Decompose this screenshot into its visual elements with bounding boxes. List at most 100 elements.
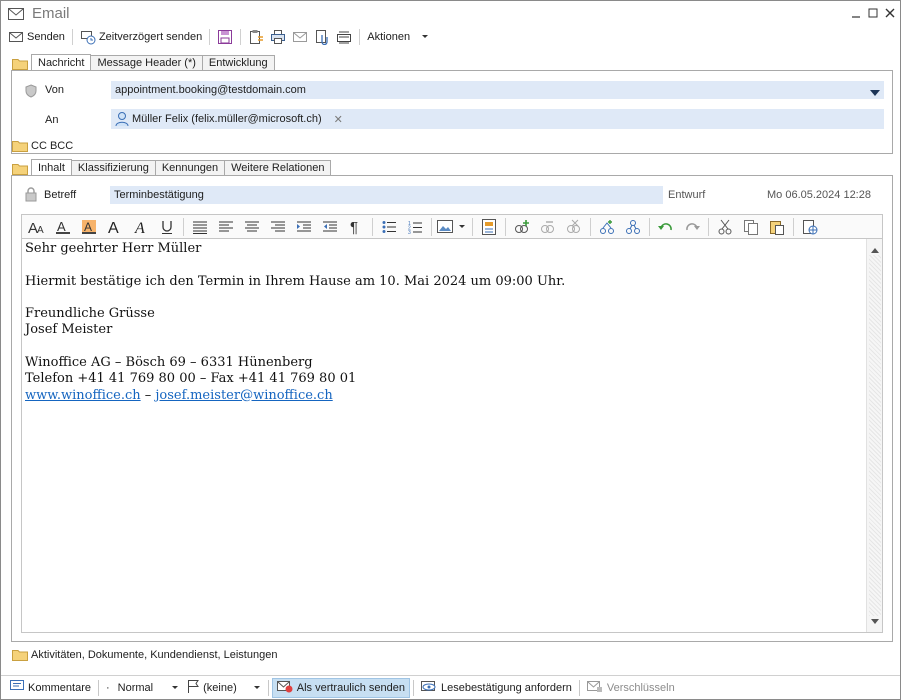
subject-label: Betreff: [44, 189, 77, 201]
body-phone: Telefon +41 41 769 80 00 – Fax +41 41 76…: [25, 371, 357, 387]
link-remove-icon: [567, 219, 580, 233]
bold-button[interactable]: A: [102, 216, 128, 238]
body-links: www.winoffice.ch – josef.meister@winoffi…: [25, 388, 565, 404]
svg-text:A: A: [84, 220, 92, 234]
anchor-add-icon: [600, 219, 614, 234]
image-icon: [437, 219, 465, 233]
folder-icon: [12, 164, 28, 175]
link-separator: –: [140, 387, 156, 403]
bold-icon: A: [108, 220, 119, 235]
tab-klassifizierung[interactable]: Klassifizierung: [70, 160, 156, 175]
underline-button[interactable]: [154, 216, 180, 238]
related-items-group[interactable]: Aktivitäten, Dokumente, Kundendienst, Le…: [12, 649, 277, 661]
anchor-button[interactable]: [620, 216, 646, 238]
remove-link-button[interactable]: [561, 216, 587, 238]
font-color-button[interactable]: A: [50, 216, 76, 238]
cc-bcc-group[interactable]: CC BCC: [12, 140, 76, 152]
tab-weitere-relationen[interactable]: Weitere Relationen: [224, 160, 332, 175]
align-right-button[interactable]: [265, 216, 291, 238]
remove-recipient-icon[interactable]: ✕: [334, 113, 343, 126]
email-window: Email Senden Zeitverzögert senden Aktion…: [0, 0, 901, 700]
paragraph-button[interactable]: ¶: [343, 216, 369, 238]
toolbar-divider: [183, 217, 184, 236]
font-size-button[interactable]: AA: [24, 216, 50, 238]
body-company: Winoffice AG – Bösch 69 – 6331 Hünenberg: [25, 355, 313, 371]
cut-button[interactable]: [712, 216, 738, 238]
email-link[interactable]: josef.meister@winoffice.ch: [155, 388, 332, 403]
from-select[interactable]: appointment.booking@testdomain.com: [111, 81, 884, 99]
send-confidential-toggle[interactable]: Als vertraulich senden: [271, 677, 410, 698]
delayed-send-button[interactable]: Zeitverzögert senden: [77, 27, 205, 47]
justify-button[interactable]: [187, 216, 213, 238]
copy-button[interactable]: [738, 216, 764, 238]
italic-button[interactable]: A: [128, 216, 154, 238]
outdent-button[interactable]: [317, 216, 343, 238]
paste-format-button[interactable]: [245, 27, 267, 47]
align-justify-icon: [193, 221, 207, 234]
send-button[interactable]: Senden: [5, 27, 68, 47]
vertical-scrollbar[interactable]: [866, 239, 882, 632]
chevron-down-icon: [253, 682, 261, 694]
maximize-button[interactable]: [866, 6, 880, 20]
attach-button[interactable]: [311, 27, 333, 47]
scrollbar-track[interactable]: [869, 255, 881, 616]
numbered-list-button[interactable]: 123: [402, 216, 428, 238]
align-center-button[interactable]: [239, 216, 265, 238]
comments-button[interactable]: Kommentare: [6, 678, 95, 698]
save-button[interactable]: [214, 27, 236, 47]
encrypt-label: Verschlüsseln: [606, 681, 675, 694]
close-button[interactable]: [883, 6, 897, 20]
encrypt-toggle[interactable]: Verschlüsseln: [583, 678, 679, 698]
add-link-button[interactable]: [509, 216, 535, 238]
website-link[interactable]: www.winoffice.ch: [25, 388, 141, 403]
web-view-button[interactable]: [797, 216, 823, 238]
tab-nachricht[interactable]: Nachricht: [31, 54, 92, 70]
priority-select[interactable]: · Normal: [102, 678, 183, 698]
recipient-chip: Müller Felix (felix.müller@microsoft.ch): [132, 113, 322, 125]
outdent-icon: [323, 221, 337, 231]
title-bar: Email: [1, 1, 900, 27]
undo-button[interactable]: [653, 216, 679, 238]
edit-link-button[interactable]: [535, 216, 561, 238]
window-title: Email: [32, 5, 70, 22]
svg-text:¶: ¶: [350, 219, 358, 235]
printer-icon: [270, 29, 286, 45]
tab-label: Message Header (*): [97, 57, 196, 69]
bullet-list-button[interactable]: [376, 216, 402, 238]
indent-icon: [297, 221, 311, 231]
highlight-button[interactable]: A: [76, 216, 102, 238]
cc-bcc-label: CC BCC: [31, 140, 74, 152]
align-right-icon: [271, 221, 285, 231]
read-receipt-toggle[interactable]: Lesebestätigung anfordern: [417, 678, 576, 698]
tab-kennungen[interactable]: Kennungen: [154, 160, 226, 175]
actions-menu[interactable]: Aktionen: [364, 27, 432, 47]
statusbar-divider: [97, 679, 99, 696]
align-left-button[interactable]: [213, 216, 239, 238]
attachment-icon: [314, 29, 330, 46]
print-button[interactable]: [267, 27, 289, 47]
comment-icon: [10, 680, 24, 695]
tab-message-header[interactable]: Message Header (*): [90, 55, 203, 70]
subject-input[interactable]: Terminbestätigung: [110, 186, 663, 204]
statusbar-divider: [267, 679, 269, 696]
insert-field-button[interactable]: [476, 216, 502, 238]
scan-button[interactable]: [333, 27, 355, 47]
insert-image-button[interactable]: [435, 216, 469, 238]
folder-icon: [12, 141, 28, 152]
forward-button[interactable]: [289, 27, 311, 47]
to-field[interactable]: Müller Felix (felix.müller@microsoft.ch)…: [111, 109, 884, 129]
scroll-down-icon[interactable]: [871, 615, 879, 627]
scissors-icon: [718, 219, 732, 234]
indent-button[interactable]: [291, 216, 317, 238]
paste-button[interactable]: [764, 216, 790, 238]
tab-entwicklung[interactable]: Entwicklung: [201, 55, 275, 70]
statusbar-divider: [578, 679, 580, 696]
redo-button[interactable]: [679, 216, 705, 238]
email-body-editor[interactable]: Sehr geehrter Herr Müller Hiermit bestät…: [21, 239, 883, 633]
chevron-down-icon[interactable]: [870, 87, 880, 99]
add-anchor-button[interactable]: [594, 216, 620, 238]
flag-select[interactable]: (keine): [183, 678, 265, 698]
minimize-button[interactable]: [849, 6, 863, 20]
tab-inhalt[interactable]: Inhalt: [31, 159, 72, 175]
from-label: Von: [45, 84, 64, 96]
